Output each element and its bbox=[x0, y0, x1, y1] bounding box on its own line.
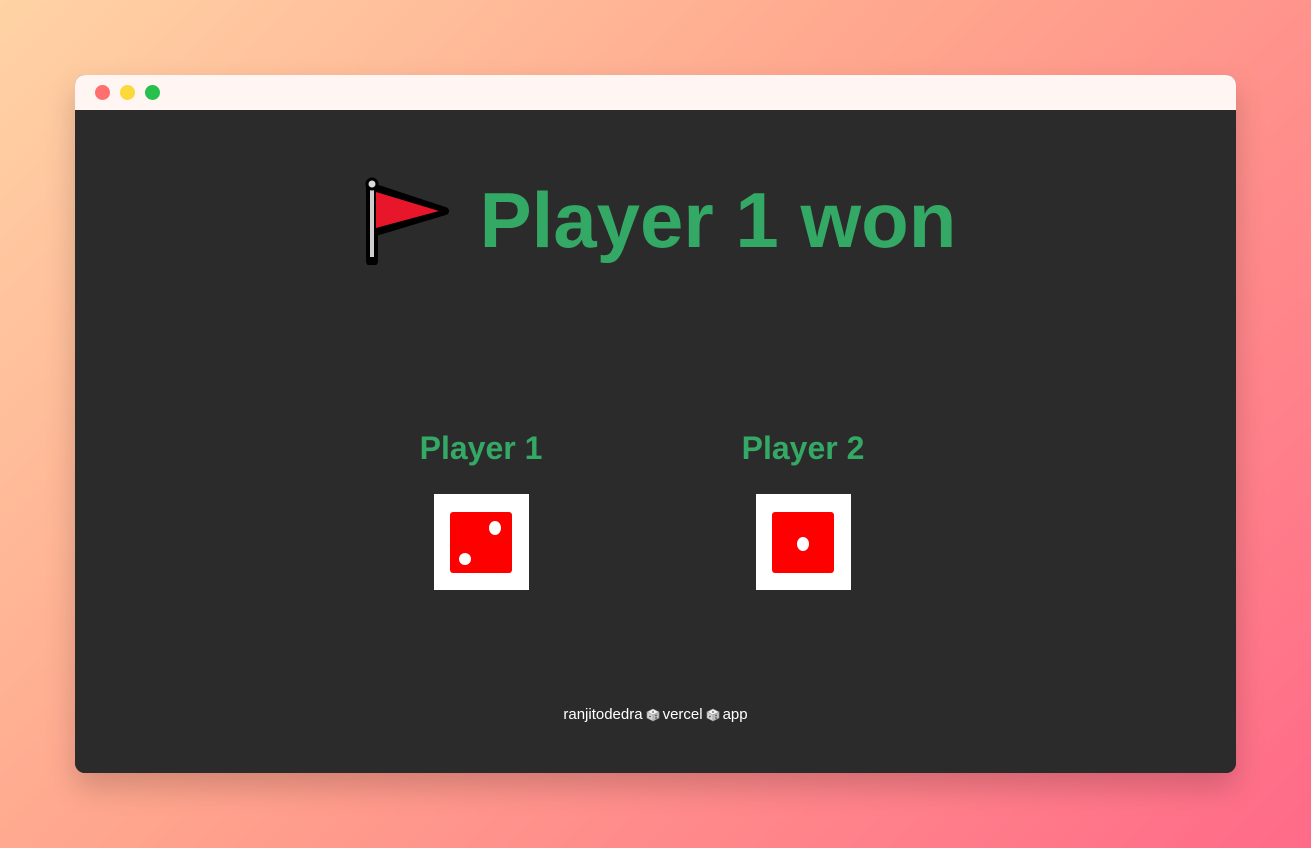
winner-message: Player 1 won bbox=[479, 176, 957, 264]
browser-window: Player 1 won Player 1 Player 2 ranjitode… bbox=[75, 75, 1236, 773]
red-flag-icon bbox=[365, 177, 449, 265]
footer-part-3: app bbox=[722, 706, 748, 723]
result-heading: Player 1 won bbox=[75, 175, 1236, 265]
die-face-two-icon bbox=[450, 511, 512, 573]
player-1-die[interactable] bbox=[433, 494, 529, 590]
minimize-window-button[interactable] bbox=[120, 85, 135, 100]
close-window-button[interactable] bbox=[95, 85, 110, 100]
die-face-one-icon bbox=[772, 511, 834, 573]
footer-part-2: vercel bbox=[662, 706, 703, 723]
player-2-panel: Player 2 bbox=[703, 428, 903, 590]
player-1-panel: Player 1 bbox=[381, 428, 581, 590]
game-screen: Player 1 won Player 1 Player 2 ranjitode… bbox=[75, 110, 1236, 773]
player-2-die[interactable] bbox=[755, 494, 851, 590]
dice-cube-icon bbox=[705, 708, 720, 722]
footer-part-1: ranjitodedra bbox=[563, 706, 643, 723]
dice-cube-icon bbox=[645, 708, 660, 722]
maximize-window-button[interactable] bbox=[145, 85, 160, 100]
footer-link[interactable]: ranjitodedra vercel app bbox=[75, 706, 1236, 724]
player-2-name: Player 2 bbox=[741, 430, 865, 466]
window-titlebar bbox=[75, 75, 1236, 110]
player-1-name: Player 1 bbox=[419, 430, 543, 466]
